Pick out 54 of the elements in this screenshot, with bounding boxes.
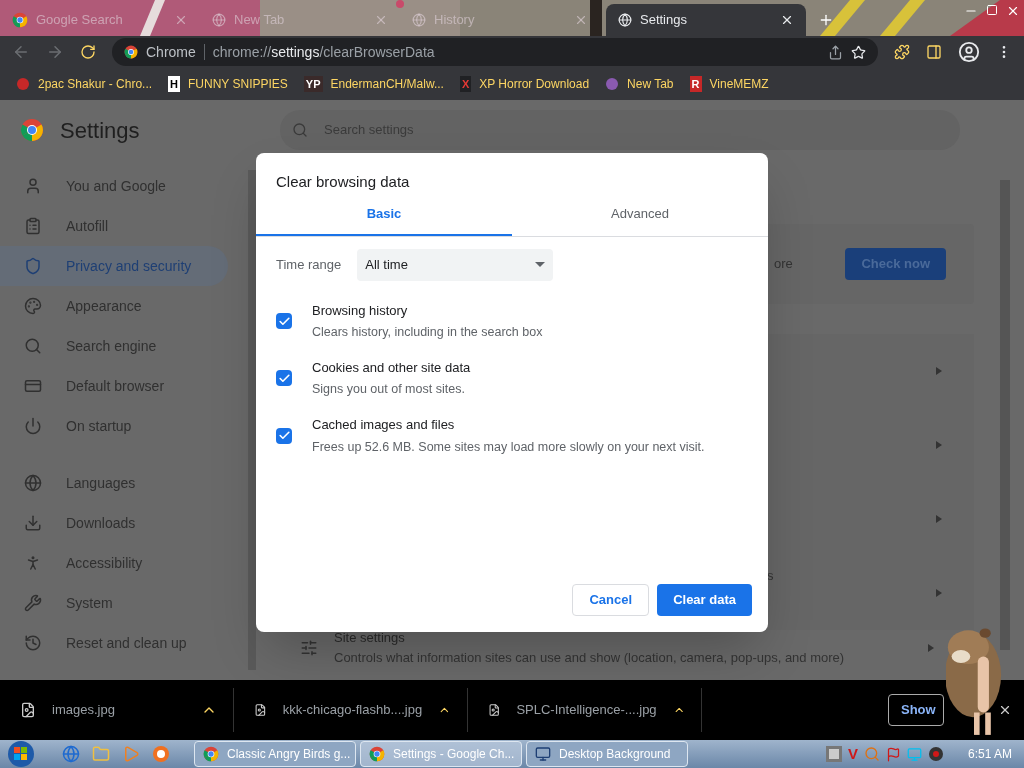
tab-title: Settings (640, 11, 688, 30)
bookmark[interactable]: YP EndermanCH/Malw... (303, 75, 444, 93)
sidebar-item[interactable]: Privacy and security (0, 246, 228, 286)
browser-tab[interactable]: Settings (606, 4, 806, 36)
bookmark-favicon: R (689, 76, 702, 92)
site-label: Chrome (146, 42, 196, 62)
sidebar-item[interactable]: On startup (0, 406, 228, 446)
taskbar-button[interactable]: Settings - Google Ch... (360, 741, 522, 767)
sidebar-item[interactable]: Appearance (0, 286, 228, 326)
url-text: chrome://settings/clearBrowserData (212, 42, 435, 62)
taskbar-button[interactable]: Classic Angry Birds g... (194, 741, 356, 767)
download-item[interactable]: kkk-chicago-flashb....jpg (234, 688, 468, 732)
bookmark-favicon: YP (303, 76, 323, 92)
bookmark[interactable]: New Tab (605, 75, 674, 93)
bookmark[interactable]: R VineMEMZ (689, 75, 769, 93)
clear-data-button[interactable]: Clear data (657, 584, 752, 616)
dialog-title: Clear browsing data (275, 172, 411, 192)
address-bar[interactable]: Chrome chrome://settings/clearBrowserData (112, 38, 878, 66)
time-range-select[interactable]: All time (357, 248, 554, 281)
sidebar-item[interactable]: Search engine (0, 326, 228, 366)
dialog-tab[interactable]: Basic (256, 203, 512, 236)
sidebar-item[interactable]: You and Google (0, 166, 228, 206)
sidebar-item[interactable]: Default browser (0, 366, 228, 406)
download-item[interactable]: SPLC-Intelligence-....jpg (468, 688, 702, 732)
sidebar-item[interactable]: Languages (0, 463, 228, 503)
option-description: Signs you out of most sites. (312, 381, 466, 399)
sidebar-item[interactable]: Autofill (0, 206, 228, 246)
option-description: Clears history, including in the search box (312, 324, 543, 341)
option-title: Browsing history (312, 301, 409, 320)
sidebar-item[interactable]: Downloads (0, 503, 228, 543)
bookmark-favicon: H (168, 76, 180, 92)
tab-title: Google Search (36, 11, 124, 30)
option-title: Cached images and files (312, 416, 456, 434)
taskbar-button[interactable]: Desktop Background (526, 741, 688, 767)
tab-title: History (434, 11, 476, 30)
sidebar-item[interactable]: System (0, 583, 228, 623)
sidebar-item[interactable]: Reset and clean up (0, 623, 228, 663)
browser-tab[interactable]: Google Search (0, 4, 200, 36)
time-range-label: Time range (276, 255, 342, 274)
sidebar-item[interactable]: Accessibility (0, 543, 228, 583)
settings-title: Settings (60, 116, 140, 145)
bookmark-favicon: X (459, 76, 472, 92)
cancel-button[interactable]: Cancel (572, 584, 650, 616)
option-description: Frees up 52.6 MB. Some sites may load more slowly on your next visit. (312, 438, 705, 456)
download-item[interactable]: images.jpg (0, 688, 234, 732)
bookmark[interactable]: H FUNNY SNIPPIES (168, 75, 288, 93)
clock: 6:51 AM (967, 746, 1012, 763)
bookmark[interactable]: X XP Horror Download (459, 75, 590, 93)
bookmark[interactable]: 2pac Shakur - Chro... (16, 75, 153, 93)
option-title: Cookies and other site data (312, 358, 471, 377)
show-all-button[interactable]: Show (888, 694, 944, 726)
dialog-tab[interactable]: Advanced (512, 203, 768, 236)
tray-letter[interactable]: V (847, 742, 858, 766)
browser-tab[interactable]: History (400, 4, 600, 36)
